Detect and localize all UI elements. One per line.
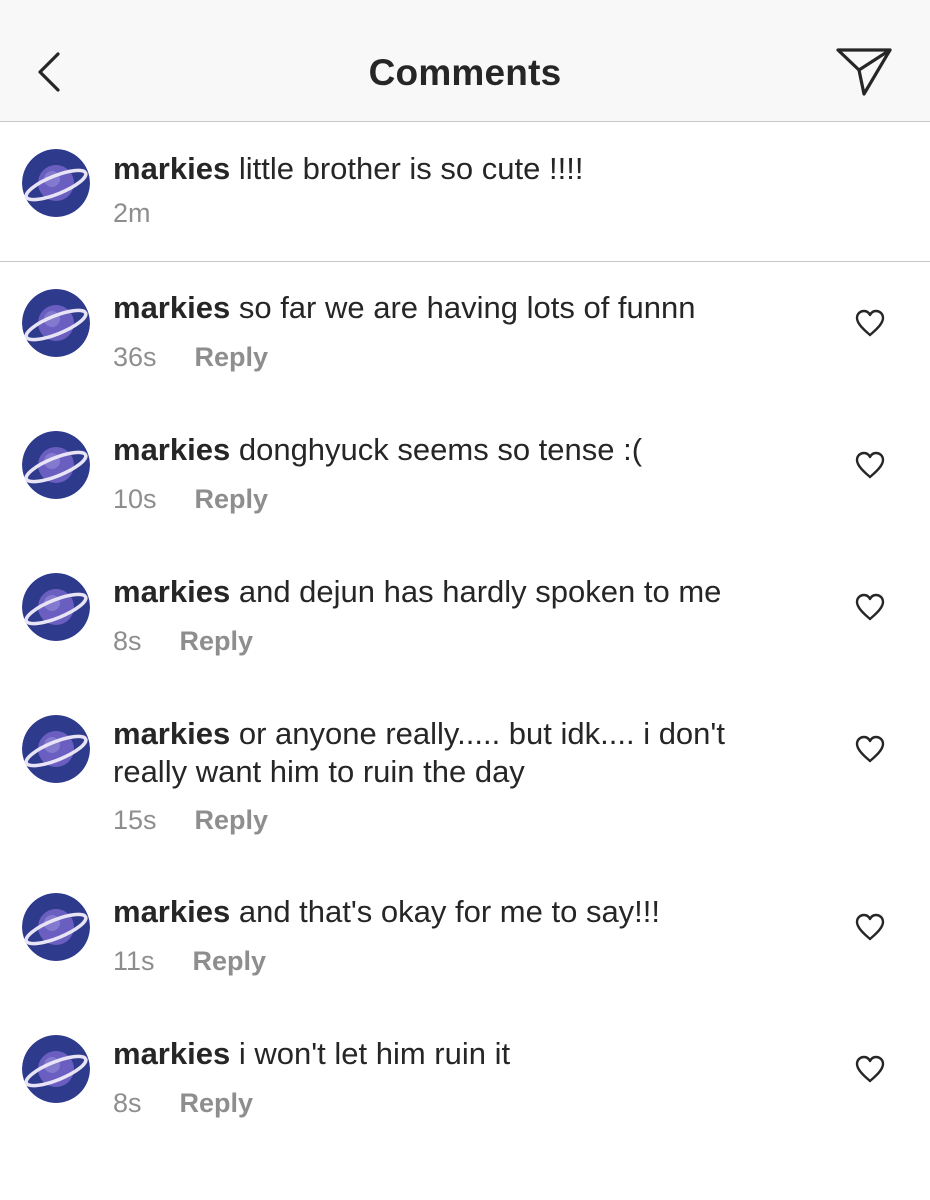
username[interactable]: markies (113, 894, 230, 929)
comment-item: markies and that's okay for me to say!!!… (0, 866, 930, 1008)
username[interactable]: markies (113, 574, 230, 609)
comment-meta: 36s Reply (113, 341, 268, 373)
comment-item: markies i won't let him ruin it 8s Reply (0, 1008, 930, 1150)
avatar[interactable] (22, 149, 90, 217)
timestamp: 8s (113, 1088, 142, 1118)
comment-body: donghyuck seems so tense :( (238, 432, 643, 467)
planet-avatar-icon (22, 431, 90, 499)
avatar[interactable] (22, 715, 90, 783)
planet-avatar-icon (22, 149, 90, 217)
comment-meta: 15s Reply (113, 804, 268, 836)
comment-body: i won't let him ruin it (238, 1036, 511, 1071)
comment-text: markies or anyone really..... but idk...… (113, 715, 773, 791)
username[interactable]: markies (113, 151, 230, 186)
reply-button[interactable]: Reply (180, 626, 254, 656)
avatar[interactable] (22, 893, 90, 961)
comment-text: markies donghyuck seems so tense :( (113, 431, 793, 469)
comment-item: markies or anyone really..... but idk...… (0, 688, 930, 868)
paper-plane-icon (836, 48, 892, 96)
comment-meta: 8s Reply (113, 625, 253, 657)
timestamp: 11s (113, 946, 155, 976)
username[interactable]: markies (113, 1036, 230, 1071)
reply-button[interactable]: Reply (180, 1088, 254, 1118)
post-caption: markies little brother is so cute !!!! 2… (0, 122, 930, 262)
timestamp: 10s (113, 484, 157, 514)
heart-icon[interactable] (854, 592, 886, 622)
reply-button[interactable]: Reply (195, 805, 269, 835)
heart-icon[interactable] (854, 912, 886, 942)
planet-avatar-icon (22, 289, 90, 357)
heart-icon[interactable] (854, 1054, 886, 1084)
heart-icon[interactable] (854, 734, 886, 764)
comment-text: markies so far we are having lots of fun… (113, 289, 793, 327)
heart-icon[interactable] (854, 450, 886, 480)
comment-body: so far we are having lots of funnn (238, 290, 696, 325)
reply-button[interactable]: Reply (195, 342, 269, 372)
comments-header: Comments (0, 0, 930, 122)
planet-avatar-icon (22, 1035, 90, 1103)
avatar[interactable] (22, 289, 90, 357)
comment-meta: 10s Reply (113, 483, 268, 515)
timestamp: 36s (113, 342, 157, 372)
comment-body: and that's okay for me to say!!! (238, 894, 661, 929)
username[interactable]: markies (113, 716, 230, 751)
page-title: Comments (368, 52, 562, 93)
avatar[interactable] (22, 431, 90, 499)
comment-meta: 11s Reply (113, 945, 266, 977)
planet-avatar-icon (22, 715, 90, 783)
avatar[interactable] (22, 573, 90, 641)
comment-text: markies and that's okay for me to say!!! (113, 893, 793, 931)
caption-meta: 2m (113, 197, 151, 229)
timestamp: 2m (113, 198, 151, 228)
comment-body: and dejun has hardly spoken to me (238, 574, 722, 609)
username[interactable]: markies (113, 290, 230, 325)
comment-text: markies and dejun has hardly spoken to m… (113, 573, 793, 611)
planet-avatar-icon (22, 573, 90, 641)
share-button[interactable] (834, 44, 896, 100)
timestamp: 15s (113, 805, 157, 835)
reply-button[interactable]: Reply (195, 484, 269, 514)
comment-item: markies donghyuck seems so tense :( 10s R… (0, 404, 930, 546)
avatar[interactable] (22, 1035, 90, 1103)
planet-avatar-icon (22, 893, 90, 961)
comment-item: markies and dejun has hardly spoken to m… (0, 546, 930, 688)
caption-body: little brother is so cute !!!! (238, 151, 584, 186)
comment-meta: 8s Reply (113, 1087, 253, 1119)
caption-text: markies little brother is so cute !!!! (113, 150, 793, 188)
comment-item: markies so far we are having lots of fun… (0, 262, 930, 404)
comment-text: markies i won't let him ruin it (113, 1035, 793, 1073)
heart-icon[interactable] (854, 308, 886, 338)
reply-button[interactable]: Reply (193, 946, 267, 976)
username[interactable]: markies (113, 432, 230, 467)
timestamp: 8s (113, 626, 142, 656)
